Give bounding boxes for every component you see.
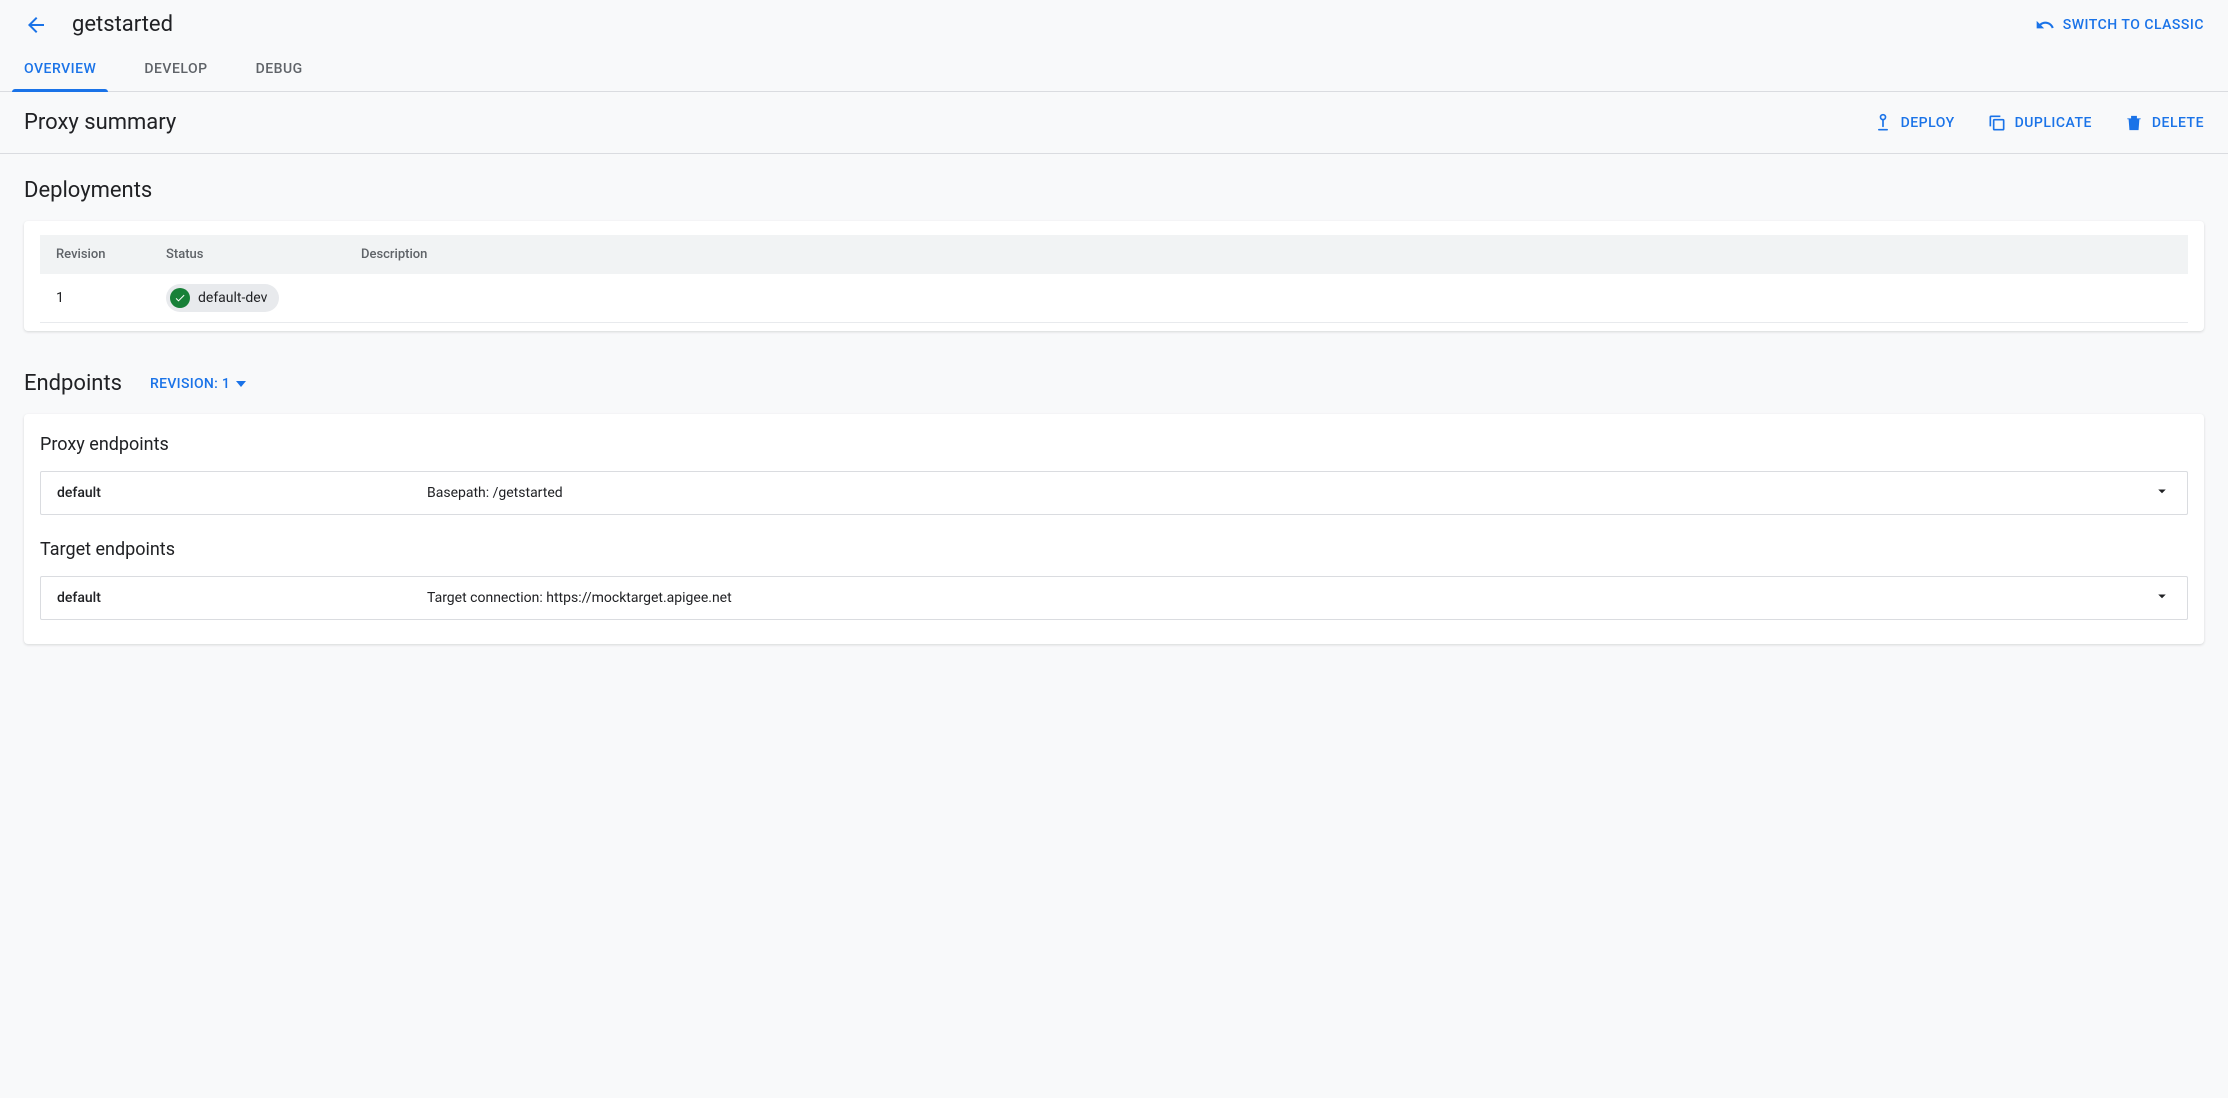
cell-revision: 1 (40, 274, 150, 323)
status-label: default-dev (198, 290, 267, 306)
endpoint-name: default (57, 485, 427, 501)
chevron-down-icon (2153, 482, 2171, 504)
header-left: getstarted (24, 12, 173, 37)
col-revision: Revision (40, 235, 150, 274)
table-header-row: Revision Status Description (40, 235, 2188, 274)
tab-debug[interactable]: DEBUG (256, 49, 303, 91)
deployments-table: Revision Status Description 1 default-de… (40, 235, 2188, 323)
content-area: Deployments Revision Status Description … (0, 154, 2228, 708)
duplicate-icon (1987, 113, 2007, 133)
tab-overview[interactable]: OVERVIEW (24, 49, 96, 91)
switch-to-classic-button[interactable]: SWITCH TO CLASSIC (2035, 15, 2204, 35)
duplicate-label: DUPLICATE (2015, 115, 2092, 131)
chevron-down-icon (236, 381, 246, 387)
summary-bar: Proxy summary DEPLOY DUPLICATE DELETE (0, 92, 2228, 154)
endpoint-name: default (57, 590, 427, 606)
header-bar: getstarted SWITCH TO CLASSIC (0, 0, 2228, 49)
delete-icon (2124, 113, 2144, 133)
endpoint-detail: Basepath: /getstarted (427, 485, 2153, 501)
target-endpoint-row[interactable]: default Target connection: https://mockt… (40, 576, 2188, 620)
summary-title: Proxy summary (24, 110, 176, 135)
table-row: 1 default-dev (40, 274, 2188, 323)
tab-develop[interactable]: DEVELOP (144, 49, 207, 91)
back-arrow-icon[interactable] (24, 13, 48, 37)
deployments-title: Deployments (24, 178, 2204, 203)
proxy-endpoints-title: Proxy endpoints (40, 434, 2188, 455)
target-endpoints-title: Target endpoints (40, 539, 2188, 560)
revision-label: REVISION: 1 (150, 376, 230, 392)
cell-description (345, 274, 2188, 323)
switch-to-classic-label: SWITCH TO CLASSIC (2063, 17, 2204, 33)
col-status: Status (150, 235, 345, 274)
delete-button[interactable]: DELETE (2124, 113, 2204, 133)
chevron-down-icon (2153, 587, 2171, 609)
deploy-button[interactable]: DEPLOY (1873, 113, 1955, 133)
deploy-icon (1873, 113, 1893, 133)
endpoints-card: Proxy endpoints default Basepath: /getst… (24, 414, 2204, 644)
proxy-endpoint-row[interactable]: default Basepath: /getstarted (40, 471, 2188, 515)
revision-dropdown[interactable]: REVISION: 1 (150, 376, 246, 392)
col-description: Description (345, 235, 2188, 274)
page-title: getstarted (72, 12, 173, 37)
endpoints-title: Endpoints (24, 371, 122, 396)
undo-icon (2035, 15, 2055, 35)
endpoint-detail: Target connection: https://mocktarget.ap… (427, 590, 2153, 606)
duplicate-button[interactable]: DUPLICATE (1987, 113, 2092, 133)
action-buttons: DEPLOY DUPLICATE DELETE (1873, 113, 2204, 133)
deployments-card: Revision Status Description 1 default-de… (24, 221, 2204, 331)
status-chip: default-dev (166, 284, 279, 312)
check-circle-icon (170, 288, 190, 308)
tab-bar: OVERVIEW DEVELOP DEBUG (0, 49, 2228, 92)
endpoints-header: Endpoints REVISION: 1 (24, 371, 2204, 396)
delete-label: DELETE (2152, 115, 2204, 131)
deploy-label: DEPLOY (1901, 115, 1955, 131)
cell-status: default-dev (150, 274, 345, 323)
